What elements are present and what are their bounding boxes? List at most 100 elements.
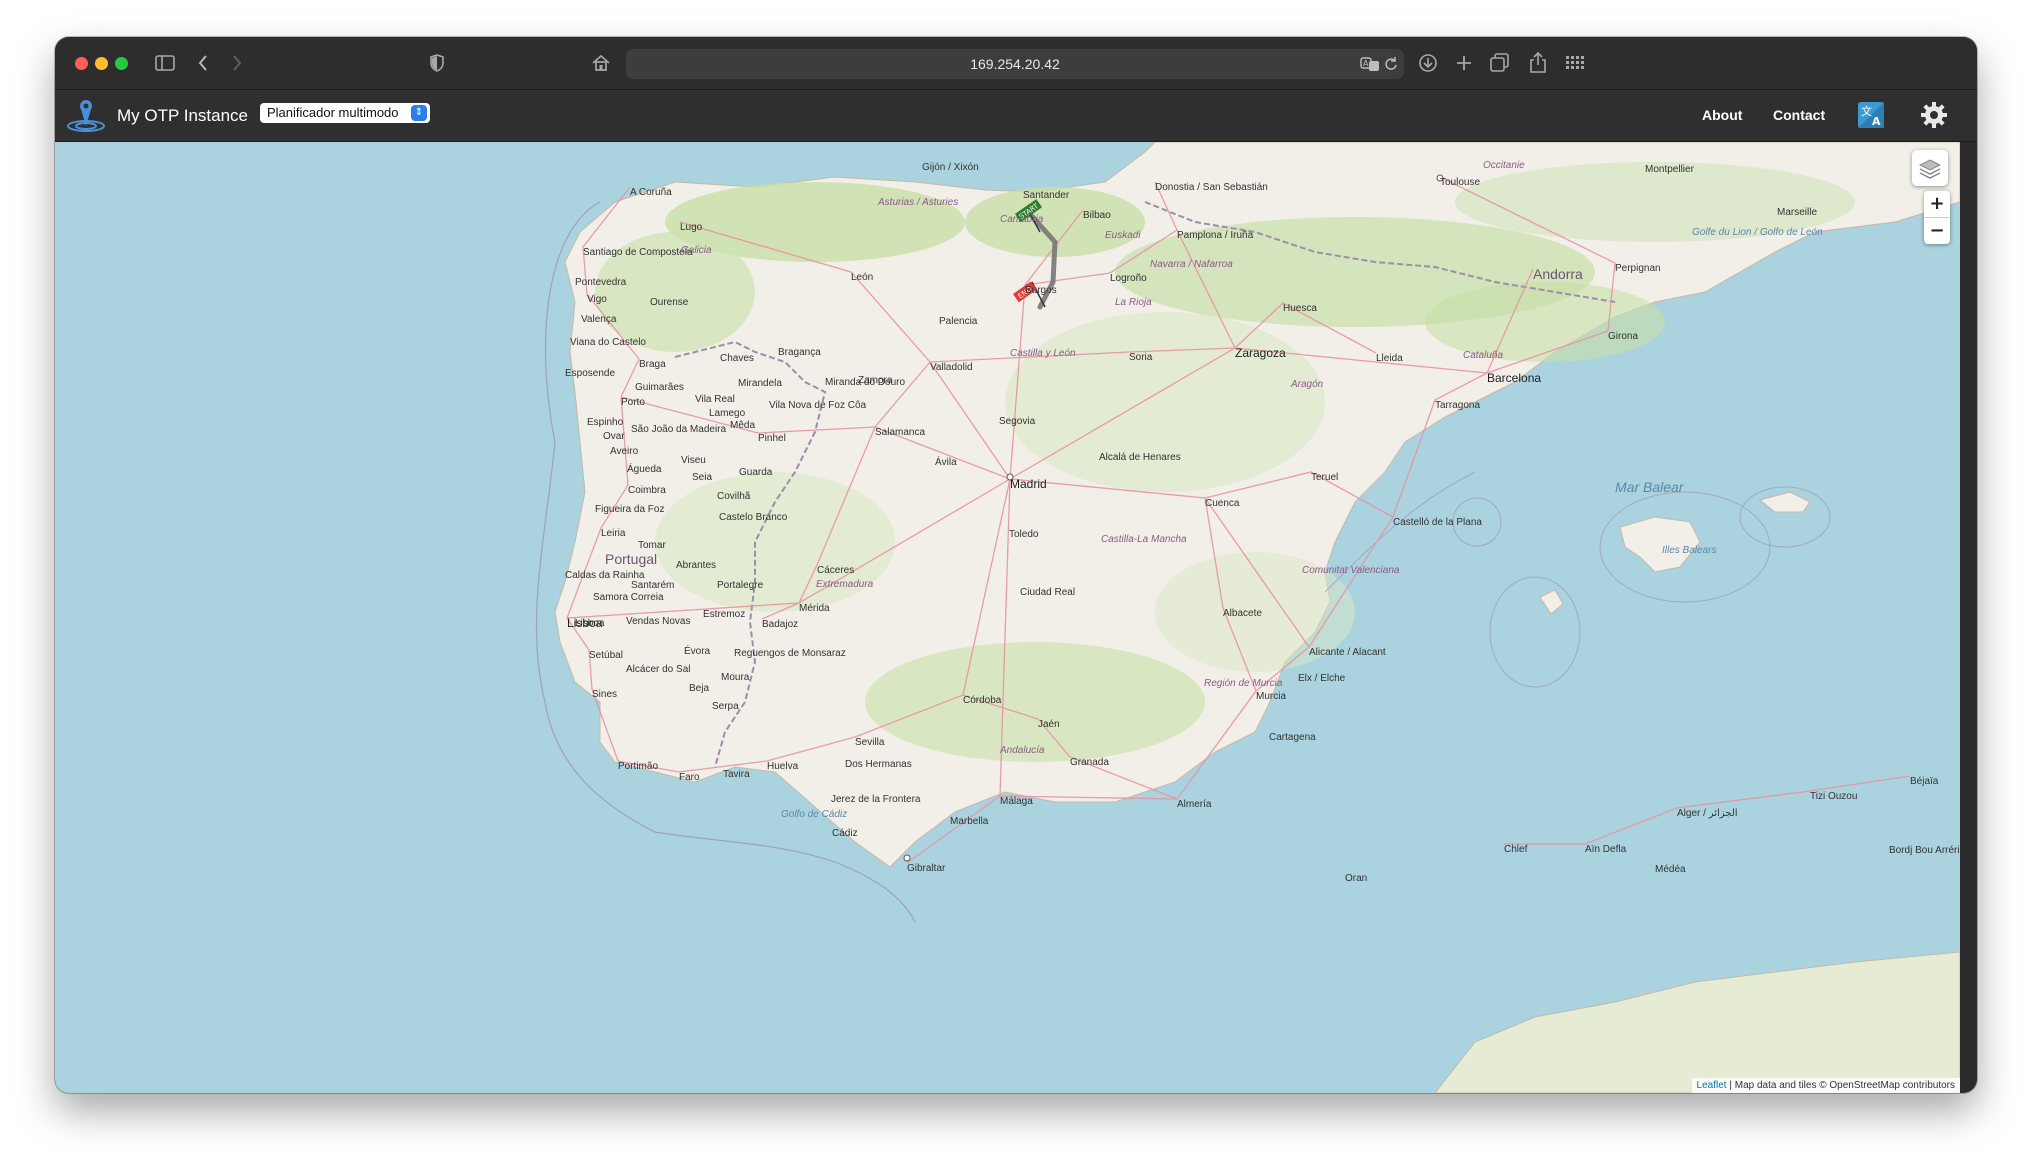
otp-logo-icon[interactable]	[65, 96, 107, 136]
settings-gear-icon[interactable]	[1920, 101, 1948, 129]
close-window-button[interactable]	[75, 57, 88, 70]
region-label: Andalucía	[1000, 745, 1045, 756]
country-label: Portugal	[605, 551, 658, 567]
download-icon[interactable]	[1417, 51, 1439, 75]
zoom-window-button[interactable]	[115, 57, 128, 70]
contact-link[interactable]: Contact	[1773, 90, 1825, 141]
region-label: Castilla-La Mancha	[1101, 534, 1187, 545]
map-canvas[interactable]: START END Gijón / Xixón A Coruña Santander…	[55, 142, 1960, 1093]
forward-arrow-icon[interactable]	[227, 51, 247, 75]
city-label: Granada	[1070, 757, 1109, 768]
city-label: Soria	[1129, 352, 1153, 363]
city-label: Mirandela	[738, 378, 782, 389]
city-label: Viseu	[681, 455, 706, 466]
city-label: Donostia / San Sebastián	[1155, 182, 1268, 193]
city-label: Tavira	[723, 769, 750, 780]
city-label: Leiria	[601, 528, 626, 539]
city-label: Porto	[621, 397, 645, 408]
tabs-icon[interactable]	[1489, 51, 1511, 75]
city-label: Ovar	[603, 431, 625, 442]
city-label: Reguengos de Monsaraz	[734, 648, 846, 659]
layers-icon	[1918, 156, 1942, 185]
city-label: Serpa	[712, 701, 739, 712]
region-label: Galicia	[681, 245, 712, 256]
city-label: Santarém	[631, 580, 675, 591]
city-label: Viana do Castelo	[570, 337, 646, 348]
city-label: Castelló de la Plana	[1393, 517, 1482, 528]
city-label: Vigo	[587, 294, 607, 305]
reload-icon[interactable]	[1384, 56, 1398, 77]
zoom-in-button[interactable]: +	[1924, 191, 1950, 217]
region-label: Euskadi	[1105, 230, 1141, 241]
region-label: Asturias / Asturies	[878, 197, 959, 208]
city-label: Santiago de Compostela	[583, 247, 693, 258]
city-label: Dos Hermanas	[845, 759, 912, 770]
city-label: Faro	[679, 772, 700, 783]
address-bar[interactable]: 169.254.20.42 A	[626, 49, 1404, 79]
share-icon[interactable]	[1527, 51, 1549, 75]
about-link[interactable]: About	[1702, 90, 1742, 141]
city-label: Lleida	[1376, 353, 1403, 364]
city-label: Samora Correia	[593, 592, 664, 603]
city-label: Vila Nova de Foz Côa	[769, 400, 867, 411]
shield-icon[interactable]	[427, 51, 447, 75]
city-label: Lamego	[709, 408, 746, 419]
translate-icon[interactable]: A	[1360, 56, 1380, 77]
africa-land	[1434, 951, 1960, 1093]
city-label: Zamora	[858, 375, 893, 386]
ibiza-land	[1539, 589, 1564, 615]
city-label: Alicante / Alacant	[1309, 647, 1386, 658]
sidebar-icon[interactable]	[153, 51, 177, 75]
mode-select-value: Planificador multimodo	[267, 105, 399, 120]
city-label: Pinhel	[758, 433, 786, 444]
map-basemap: START END	[535, 142, 1960, 1093]
city-label: Médéa	[1655, 864, 1686, 875]
city-label: Burgos	[1025, 285, 1057, 296]
city-label: Gijón / Xixón	[922, 162, 979, 173]
city-label: Alcácer do Sal	[626, 664, 691, 675]
city-label: Vendas Novas	[626, 616, 691, 627]
minimize-window-button[interactable]	[95, 57, 108, 70]
layers-control[interactable]	[1912, 150, 1948, 186]
city-label: Girona	[1608, 331, 1639, 342]
city-label: Ciudad Real	[1020, 587, 1076, 598]
city-label: Aïn Defla	[1585, 844, 1627, 855]
city-label: Santander	[1023, 190, 1070, 201]
city-label: Seia	[692, 472, 713, 483]
app-title[interactable]: My OTP Instance	[117, 90, 248, 141]
attribution-text: | Map data and tiles © OpenStreetMap con…	[1726, 1080, 1955, 1091]
home-icon[interactable]	[590, 51, 612, 75]
svg-text:A: A	[1363, 59, 1369, 68]
grid-icon[interactable]	[1564, 51, 1586, 75]
city-label: Moura	[721, 672, 750, 683]
major-city-label: Zaragoza	[1235, 346, 1286, 360]
svg-text:文: 文	[1861, 104, 1872, 118]
country-label: Andorra	[1533, 266, 1583, 282]
city-label: Sines	[592, 689, 618, 700]
mode-select[interactable]: Planificador multimodo ⇕	[260, 103, 430, 123]
city-label: Lugo	[680, 222, 703, 233]
city-label: São João da Madeira	[631, 424, 727, 435]
city-label: Málaga	[1000, 796, 1033, 807]
city-label: Estremoz	[703, 609, 746, 620]
city-label: Ourense	[650, 297, 689, 308]
zoom-out-button[interactable]: −	[1924, 217, 1950, 244]
city-label: Chlef	[1504, 844, 1528, 855]
city-label: Marbella	[950, 816, 989, 827]
city-label: Aveiro	[610, 446, 639, 457]
browser-window: 169.254.20.42 A My OTP Instance Planific…	[55, 37, 1977, 1093]
back-arrow-icon[interactable]	[193, 51, 213, 75]
city-label: Palencia	[939, 316, 978, 327]
city-label: León	[851, 272, 874, 283]
sea-label: Golfe du Lion / Golfo de León	[1692, 227, 1823, 238]
leaflet-link[interactable]: Leaflet	[1697, 1080, 1727, 1091]
translate-language-icon[interactable]: 文 A	[1858, 102, 1884, 128]
city-label: Portalegre	[717, 580, 764, 591]
city-label: Esposende	[565, 368, 616, 379]
city-label: Abrantes	[676, 560, 717, 571]
plus-icon[interactable]	[1453, 51, 1475, 75]
city-label: Beja	[689, 683, 710, 694]
city-label: Tomar	[638, 540, 666, 551]
sea-label: Golfo de Cádiz	[781, 809, 848, 820]
sea-label: Mar Balear	[1615, 479, 1684, 495]
